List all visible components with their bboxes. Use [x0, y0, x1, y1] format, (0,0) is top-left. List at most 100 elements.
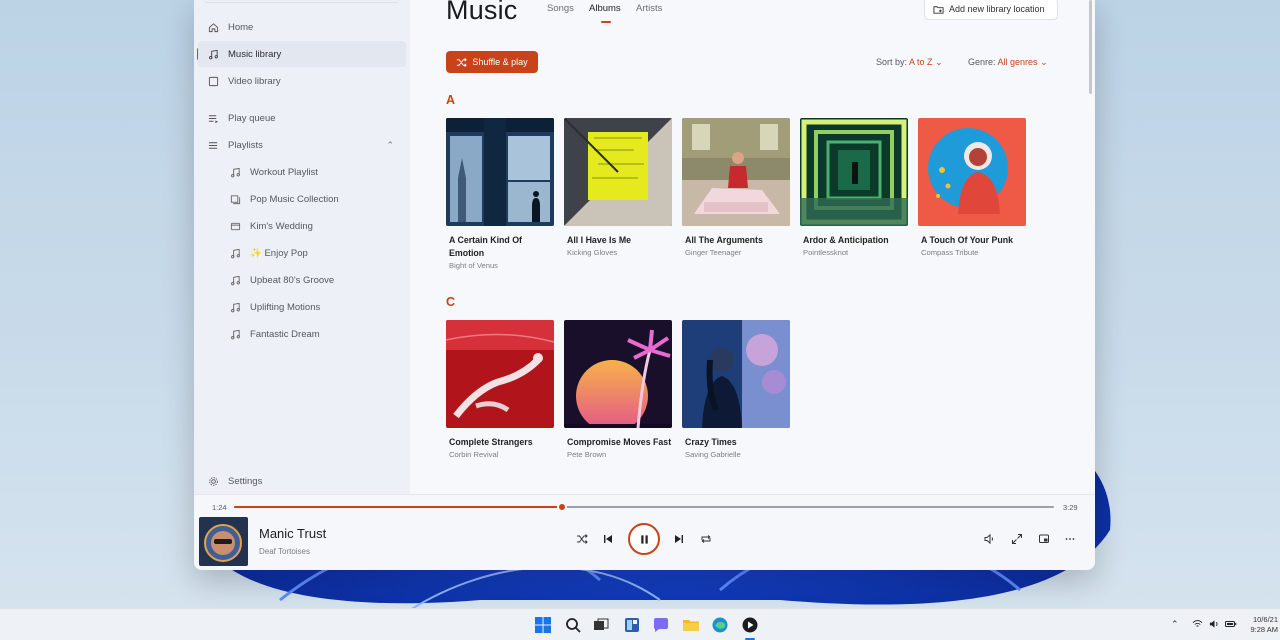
- fullscreen-button[interactable]: [1010, 532, 1024, 546]
- album-title: Complete Strangers: [449, 437, 533, 447]
- music-note-icon: [198, 49, 228, 60]
- album-title: Crazy Times: [685, 437, 737, 447]
- chat-icon: [654, 618, 668, 632]
- widgets-button[interactable]: [622, 615, 642, 635]
- album-title: All I Have Is Me: [567, 235, 632, 245]
- seek-bar[interactable]: [234, 502, 1054, 512]
- album-tile[interactable]: Compromise Moves Fast Pete Brown: [564, 320, 672, 461]
- album-artist: Ginger Teenager: [685, 248, 742, 257]
- sidebar-item-home[interactable]: Home: [198, 14, 406, 40]
- album-artist: Pete Brown: [567, 450, 607, 459]
- media-player-icon: [742, 617, 758, 633]
- section-letter-a[interactable]: A: [446, 93, 455, 107]
- taskbar-clock[interactable]: 10/6/21 9:28 AM: [1250, 615, 1278, 635]
- shuffle-icon: [577, 534, 588, 544]
- tab-songs[interactable]: Songs: [547, 3, 574, 14]
- chat-button[interactable]: [651, 615, 671, 635]
- start-button[interactable]: [533, 615, 553, 635]
- now-playing-artwork[interactable]: [199, 517, 248, 566]
- pause-button[interactable]: [628, 523, 660, 555]
- sidebar-item-label: Play queue: [228, 112, 276, 124]
- album-cover: [682, 118, 790, 226]
- album-artist: Compass Tribute: [921, 248, 979, 257]
- sidebar-item-music-library[interactable]: Music library: [198, 41, 406, 67]
- wifi-icon[interactable]: [1192, 619, 1203, 631]
- music-note-icon: [220, 248, 250, 259]
- sort-label: Sort by:: [876, 57, 908, 67]
- video-icon: [198, 76, 228, 87]
- playlist-label: ✨ Enjoy Pop: [250, 247, 308, 259]
- sidebar-item-label: Settings: [228, 475, 263, 487]
- sidebar-item-playlists[interactable]: Playlists ⌃: [198, 132, 406, 158]
- sidebar-item-video-library[interactable]: Video library: [198, 68, 406, 94]
- battery-icon[interactable]: [1225, 619, 1237, 631]
- playlist-icon: [198, 140, 228, 151]
- sidebar-item-settings[interactable]: Settings: [198, 468, 406, 494]
- search-box-edge[interactable]: [204, 0, 399, 3]
- sidebar-playlist-item[interactable]: Pop Music Collection: [220, 186, 406, 212]
- sidebar-playlist-item[interactable]: Fantastic Dream: [220, 321, 406, 347]
- sidebar-playlist-item[interactable]: Kim's Wedding: [220, 213, 406, 239]
- now-playing-title[interactable]: Manic Trust: [259, 526, 326, 541]
- album-title: A Certain Kind Of Emotion: [449, 235, 522, 258]
- player-bar: 1:24 3:29 Manic Trust Deaf Tortoises: [194, 494, 1095, 570]
- add-library-location-label: Add new library location: [949, 4, 1045, 14]
- scrollbar[interactable]: [1089, 0, 1092, 94]
- sidebar-playlist-item[interactable]: Workout Playlist: [220, 159, 406, 185]
- album-tile[interactable]: Ardor & Anticipation Pointlessknot: [800, 118, 908, 259]
- duration-time: 3:29: [1063, 503, 1078, 512]
- repeat-button[interactable]: [699, 532, 713, 546]
- sidebar-playlist-item[interactable]: Uplifting Motions: [220, 294, 406, 320]
- more-options-button[interactable]: [1063, 532, 1077, 546]
- album-cover: [682, 320, 790, 428]
- volume-icon[interactable]: [1209, 619, 1220, 631]
- section-letter-c[interactable]: C: [446, 295, 455, 309]
- shuffle-button[interactable]: [575, 532, 589, 546]
- sidebar-playlist-item[interactable]: Upbeat 80's Groove: [220, 267, 406, 293]
- edge-button[interactable]: [710, 615, 730, 635]
- album-tile[interactable]: Complete Strangers Corbin Revival: [446, 320, 554, 461]
- chevron-up-icon[interactable]: ⌃: [1171, 619, 1179, 630]
- shuffle-label: Shuffle & play: [472, 57, 528, 67]
- tab-artists[interactable]: Artists: [636, 3, 662, 14]
- folder-icon: [683, 620, 699, 631]
- previous-button[interactable]: [601, 532, 615, 546]
- genre-label: Genre:: [968, 57, 996, 67]
- sidebar-item-play-queue[interactable]: Play queue: [198, 105, 406, 131]
- shuffle-and-play-button[interactable]: Shuffle & play: [446, 51, 538, 73]
- chevron-down-icon: ⌄: [935, 57, 943, 67]
- media-player-taskbar-button[interactable]: [740, 615, 760, 635]
- sidebar-playlist-item[interactable]: ✨ Enjoy Pop: [220, 240, 406, 266]
- genre-dropdown[interactable]: Genre: All genres ⌄: [968, 57, 1048, 68]
- volume-button[interactable]: [982, 532, 996, 546]
- music-note-icon: [220, 275, 250, 286]
- clock-date: 10/6/21: [1252, 615, 1278, 624]
- mini-player-icon: [1039, 534, 1049, 543]
- taskbar: ⌃ 10/6/21 9:28 AM: [0, 608, 1280, 640]
- sidebar-item-label: Home: [228, 21, 254, 33]
- album-tile[interactable]: Crazy Times Saving Gabrielle: [682, 320, 790, 461]
- speaker-icon: [984, 533, 993, 545]
- widgets-icon: [625, 618, 639, 632]
- media-player-window: Home Music library Video library Play qu…: [194, 0, 1095, 570]
- more-icon: [1065, 538, 1075, 540]
- file-explorer-button[interactable]: [681, 615, 701, 635]
- tab-albums[interactable]: Albums: [589, 3, 621, 14]
- next-button[interactable]: [672, 532, 686, 546]
- album-title: Compromise Moves Fast: [567, 437, 672, 447]
- album-tile[interactable]: All I Have Is Me Kicking Gloves: [564, 118, 672, 259]
- search-icon: [566, 618, 581, 633]
- task-view-button[interactable]: [591, 615, 611, 635]
- album-tile[interactable]: All The Arguments Ginger Teenager: [682, 118, 790, 259]
- album-artist: Kicking Gloves: [567, 248, 618, 257]
- sort-dropdown[interactable]: Sort by: A to Z ⌄: [876, 57, 943, 68]
- now-playing-artist[interactable]: Deaf Tortoises: [259, 547, 310, 556]
- album-tile[interactable]: A Touch Of Your Punk Compass Tribute: [918, 118, 1026, 259]
- album-tile[interactable]: A Certain Kind Of Emotion Bight of Venus: [446, 118, 554, 272]
- search-button[interactable]: [563, 615, 583, 635]
- add-library-location-button[interactable]: Add new library location: [924, 0, 1058, 20]
- chevron-up-icon[interactable]: ⌃: [386, 140, 394, 151]
- seek-bar-knob[interactable]: [557, 502, 567, 512]
- album-artist: Bight of Venus: [449, 261, 498, 270]
- miniplayer-button[interactable]: [1037, 532, 1051, 546]
